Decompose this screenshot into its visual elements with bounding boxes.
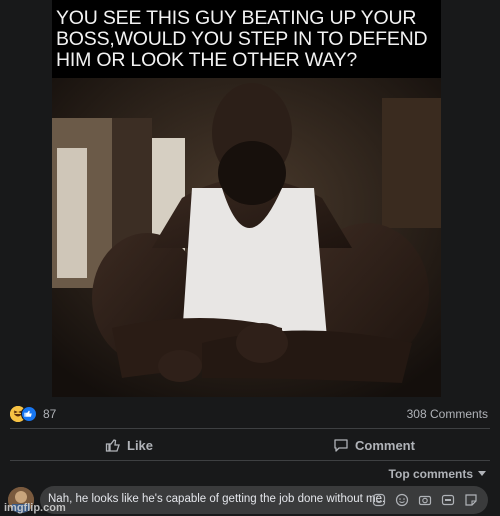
- caret-down-icon: [478, 471, 486, 476]
- gif-icon[interactable]: [441, 493, 455, 507]
- comment-bubble-icon: [334, 439, 348, 452]
- divider: [10, 428, 490, 429]
- reaction-icons[interactable]: [10, 406, 38, 422]
- comment-sort-label: Top comments: [388, 467, 473, 481]
- comment-composer: Nah, he looks like he's capable of getti…: [8, 486, 492, 514]
- like-label: Like: [127, 437, 154, 453]
- caption-line-2: BOSS,WOULD YOU STEP IN TO DEFEND: [56, 28, 428, 50]
- reactions-bar: 87 308 Comments: [0, 400, 500, 428]
- watermark-logo: imgflip.com: [4, 502, 66, 514]
- comment-text[interactable]: Nah, he looks like he's capable of getti…: [48, 493, 385, 505]
- sticker-alt-icon[interactable]: [464, 493, 478, 507]
- post-actions: Like Comment: [0, 431, 500, 459]
- sticker-icon[interactable]: [372, 493, 386, 507]
- muscular-man-photo: [52, 78, 441, 397]
- comment-button[interactable]: Comment: [333, 431, 415, 459]
- caption-line-3: HIM OR LOOK THE OTHER WAY?: [56, 49, 358, 71]
- emoji-icon[interactable]: [395, 493, 409, 507]
- comment-tools: [372, 493, 478, 507]
- post-image[interactable]: YOU SEE THIS GUY BEATING UP YOUR BOSS,WO…: [52, 0, 441, 397]
- comment-sort-dropdown[interactable]: Top comments: [389, 467, 486, 481]
- camera-icon[interactable]: [418, 493, 432, 507]
- divider: [10, 460, 490, 461]
- thumbs-up-icon: [105, 439, 120, 452]
- meme-caption: YOU SEE THIS GUY BEATING UP YOUR BOSS,WO…: [52, 0, 441, 78]
- like-reaction-icon: [21, 406, 37, 422]
- comment-count[interactable]: 308 Comments: [407, 407, 488, 421]
- comment-label: Comment: [355, 437, 415, 453]
- caption-line-1: YOU SEE THIS GUY BEATING UP YOUR: [56, 7, 417, 29]
- like-button[interactable]: Like: [105, 431, 153, 459]
- reaction-count[interactable]: 87: [43, 407, 56, 421]
- comment-input[interactable]: Nah, he looks like he's capable of getti…: [40, 486, 488, 514]
